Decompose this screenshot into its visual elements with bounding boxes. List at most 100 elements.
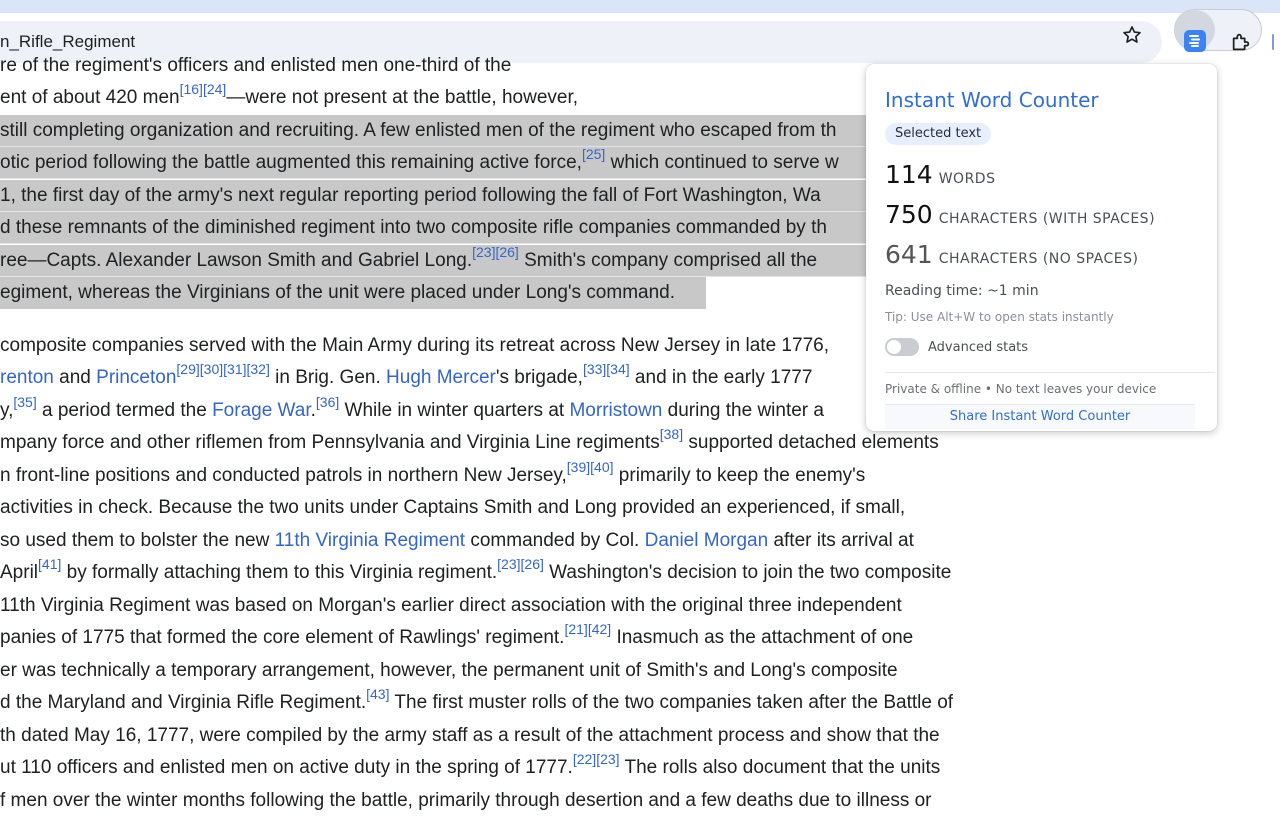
line-text: Smith's company comprised all the	[518, 250, 818, 271]
line-text: th dated May 16, 1777, were compiled by …	[0, 725, 940, 746]
link-trenton[interactable]: renton	[0, 367, 54, 388]
line-text: activities in check. Because the two uni…	[0, 497, 906, 518]
line-text: Washington's decision to join the two co…	[543, 562, 952, 583]
line-text: ut 110 officers and enlisted men on acti…	[0, 757, 573, 778]
line-text: by formally attaching them to this Virgi…	[61, 562, 498, 583]
line-text: in Brig. Gen.	[269, 367, 387, 388]
popup-title: Instant Word Counter	[885, 88, 1099, 112]
citation[interactable]: [21]	[564, 621, 587, 637]
word-count-value: 114	[885, 160, 933, 189]
line-text: Inasmuch as the attachment of one	[611, 627, 914, 648]
link-forage-war[interactable]: Forage War	[212, 400, 311, 421]
article-line: April[41] by formally attaching them to …	[0, 557, 951, 589]
shortcut-tip: Tip: Use Alt+W to open stats instantly	[885, 310, 1114, 324]
citation[interactable]: [24]	[203, 81, 226, 97]
citation[interactable]: [32]	[247, 361, 270, 377]
link-princeton[interactable]: Princeton	[96, 367, 176, 388]
selected-line: ree—Capts. Alexander Lawson Smith and Ga…	[0, 245, 866, 277]
article-line: activities in check. Because the two uni…	[0, 492, 905, 524]
popup-divider	[885, 372, 1215, 373]
chars-no-spaces-stat: 641 CHARACTERS (NO SPACES)	[885, 240, 1138, 269]
citation[interactable]: [36]	[316, 394, 339, 410]
word-count-stat: 114 WORDS	[885, 160, 995, 189]
link-hugh-mercer[interactable]: Hugh Mercer	[386, 367, 496, 388]
line-text: 11th Virginia Regiment was based on Morg…	[0, 595, 902, 616]
citation[interactable]: [25]	[582, 146, 605, 162]
selection-badge: Selected text	[885, 123, 992, 145]
article-line: ent of about 420 men[16][24]—were not pr…	[0, 82, 578, 114]
article-line: panies of 1775 that formed the core elem…	[0, 622, 913, 654]
citation[interactable]: [29]	[176, 361, 199, 377]
citation[interactable]: [34]	[606, 361, 629, 377]
article-line: re of the regiment's officers and enlist…	[0, 50, 511, 82]
line-text: after its arrival at	[768, 530, 914, 551]
share-button[interactable]: Share Instant Word Counter	[885, 404, 1195, 429]
citation[interactable]: [26]	[495, 244, 518, 260]
link-daniel-morgan[interactable]: Daniel Morgan	[645, 530, 769, 551]
link-11th-virginia-regiment[interactable]: 11th Virginia Regiment	[275, 530, 465, 551]
selected-line: otic period following the battle augment…	[0, 147, 866, 179]
line-text: supported detached elements	[683, 432, 939, 453]
star-icon[interactable]	[1118, 21, 1146, 49]
citation[interactable]: [26]	[521, 556, 544, 572]
line-text: 1, the first day of the army's next regu…	[0, 185, 821, 206]
article-line: ut 110 officers and enlisted men on acti…	[0, 752, 940, 784]
selected-line: egiment, whereas the Virginians of the u…	[0, 277, 706, 309]
address-text[interactable]: n_Rifle_Regiment	[0, 32, 135, 52]
article-line: er was technically a temporary arrangeme…	[0, 655, 898, 687]
citation[interactable]: [23]	[472, 244, 495, 260]
line-text: The rolls also document that the units	[619, 757, 941, 778]
link-morristown[interactable]: Morristown	[569, 400, 662, 421]
citation[interactable]: [31]	[223, 361, 246, 377]
citation[interactable]: [22]	[573, 751, 596, 767]
article-line: 11th Virginia Regiment was based on Morg…	[0, 590, 902, 622]
citation[interactable]: [42]	[588, 621, 611, 637]
word-counter-icon[interactable]	[1184, 30, 1206, 52]
article-line: th dated May 16, 1777, were compiled by …	[0, 720, 940, 752]
chars-with-spaces-value: 750	[885, 200, 933, 229]
citation[interactable]: [23]	[497, 556, 520, 572]
article-line: so used them to bolster the new 11th Vir…	[0, 525, 914, 557]
line-text: f men over the winter months following t…	[0, 790, 932, 811]
citation[interactable]: [40]	[590, 459, 613, 475]
line-text: er was technically a temporary arrangeme…	[0, 660, 898, 681]
citation[interactable]: [39]	[567, 459, 590, 475]
line-text: composite companies served with the Main…	[0, 335, 829, 356]
citation[interactable]: [43]	[366, 686, 389, 702]
line-text: mpany force and other riflemen from Penn…	[0, 432, 660, 453]
line-text: and	[53, 367, 97, 388]
word-count-label: WORDS	[938, 171, 996, 187]
line-text: panies of 1775 that formed the core elem…	[0, 627, 565, 648]
line-text: and in the early 1777	[629, 367, 813, 388]
line-text: The first muster rolls of the two compan…	[389, 692, 954, 713]
line-text: d these remnants of the diminished regim…	[0, 217, 827, 238]
line-text: 's brigade,	[495, 367, 583, 388]
line-text: April	[0, 562, 39, 583]
line-text: a period termed the	[36, 400, 213, 421]
advanced-stats-toggle[interactable]	[885, 338, 919, 356]
privacy-note: Private & offline • No text leaves your …	[885, 382, 1157, 396]
citation[interactable]: [38]	[660, 426, 683, 442]
chars-no-spaces-label: CHARACTERS (NO SPACES)	[938, 251, 1139, 267]
citation[interactable]: [33]	[583, 361, 606, 377]
line-text: still completing organization and recrui…	[0, 120, 837, 141]
chars-with-spaces-label: CHARACTERS (WITH SPACES)	[938, 211, 1156, 227]
citation[interactable]: [23]	[596, 751, 619, 767]
word-counter-popup: Instant Word Counter Selected text 114 WO…	[866, 64, 1217, 431]
line-text: While in winter quarters at	[339, 400, 570, 421]
line-text: commanded by Col.	[465, 530, 645, 551]
citation[interactable]: [35]	[13, 394, 36, 410]
line-text: n front-line positions and conducted pat…	[0, 465, 567, 486]
article-line: composite companies served with the Main…	[0, 330, 829, 362]
article-line: f men over the winter months following t…	[0, 785, 932, 817]
citation[interactable]: [30]	[200, 361, 223, 377]
citation[interactable]: [41]	[38, 556, 61, 572]
chars-with-spaces-stat: 750 CHARACTERS (WITH SPACES)	[885, 200, 1155, 229]
line-text: —were not present at the battle, however…	[226, 87, 579, 108]
line-text: egiment, whereas the Virginians of the u…	[0, 282, 676, 303]
selected-line: d these remnants of the diminished regim…	[0, 212, 866, 244]
citation[interactable]: [16]	[180, 81, 203, 97]
line-text: which continued to serve w	[605, 152, 839, 173]
article-line: n front-line positions and conducted pat…	[0, 460, 865, 492]
puzzle-icon[interactable]	[1228, 29, 1254, 55]
